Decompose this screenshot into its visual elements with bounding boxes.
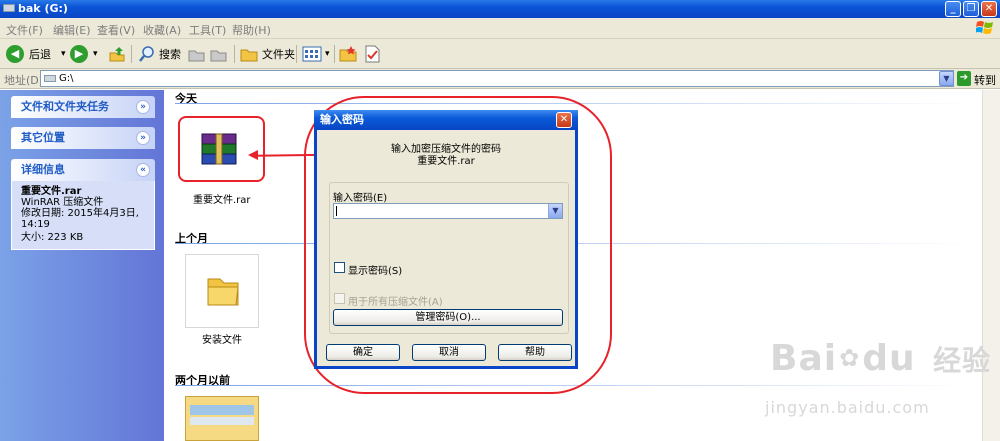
copy-to-icon <box>210 50 227 62</box>
text-cursor <box>336 206 337 216</box>
use-for-all-checkbox[interactable] <box>334 293 345 304</box>
menu-bar: 文件(F) 编辑(E) 查看(V) 收藏(A) 工具(T) 帮助(H) <box>0 18 1000 39</box>
go-button[interactable]: 转到 <box>974 72 996 88</box>
address-label: 地址(D) <box>4 74 44 87</box>
forward-arrow-icon: ▶ <box>70 45 88 63</box>
maximize-button[interactable]: ❐ <box>963 1 979 17</box>
copy-to-button[interactable] <box>210 43 228 65</box>
arrowhead-left-icon <box>248 150 258 160</box>
menu-favorites[interactable]: 收藏(A) <box>143 22 181 38</box>
watermark-url: jingyan.baidu.com <box>765 398 930 417</box>
details-file-type: WinRAR 压缩文件 <box>21 197 104 208</box>
close-button[interactable]: ✕ <box>981 1 997 17</box>
views-dropdown-icon[interactable]: ▾ <box>325 49 330 59</box>
title-bar: bak (G:) _ ❐ ✕ <box>0 0 1000 18</box>
up-folder-button[interactable] <box>108 43 126 65</box>
toolbar-separator <box>296 45 297 63</box>
manage-passwords-button[interactable]: 管理密码(O)... <box>333 309 563 326</box>
toolbar-separator <box>234 45 235 63</box>
dialog-archive-name: 重要文件.rar <box>417 156 475 167</box>
views-icon <box>302 46 322 62</box>
file-tasks-panel-header[interactable]: 文件和文件夹任务 » <box>11 96 155 118</box>
properties-icon <box>365 45 380 63</box>
address-input[interactable]: G:\ <box>40 70 954 87</box>
other-places-panel-header[interactable]: 其它位置 » <box>11 127 155 149</box>
expand-chevron-icon[interactable]: » <box>136 131 150 145</box>
show-password-label: 显示密码(S) <box>348 266 403 277</box>
address-bar: 地址(D) G:\ ▼ ➔ 转到 <box>0 69 1000 89</box>
password-label: 输入密码(E) <box>333 193 388 204</box>
folder-item[interactable] <box>185 254 259 328</box>
expand-chevron-icon[interactable]: » <box>136 100 150 114</box>
toolbar-separator <box>334 45 335 63</box>
ok-button[interactable]: 确定 <box>326 344 400 361</box>
help-button[interactable]: 帮助 <box>498 344 572 361</box>
search-label: 搜索 <box>159 48 181 61</box>
use-for-all-label: 用于所有压缩文件(A) <box>348 297 443 308</box>
other-places-title: 其它位置 <box>21 131 65 144</box>
folder-preview-image <box>190 417 254 425</box>
folders-icon <box>240 49 258 62</box>
go-arrow-icon[interactable]: ➔ <box>957 71 971 86</box>
back-dropdown-icon[interactable]: ▾ <box>61 49 66 59</box>
menu-view[interactable]: 查看(V) <box>97 22 135 38</box>
properties-button[interactable] <box>364 43 380 65</box>
back-button[interactable]: ◀ 后退 ▾ <box>6 43 66 65</box>
details-title: 详细信息 <box>21 163 65 176</box>
menu-help[interactable]: 帮助(H) <box>232 22 271 38</box>
menu-file[interactable]: 文件(F) <box>6 22 43 38</box>
up-folder-icon <box>109 47 125 62</box>
watermark-cn: 经验 <box>933 344 992 377</box>
forward-button[interactable]: ▶ ▾ <box>70 43 98 65</box>
favorites-folder-icon <box>339 46 357 62</box>
folder-thumbnail[interactable] <box>185 396 259 441</box>
dialog-title-bar: 输入密码 ✕ <box>314 110 578 130</box>
watermark-logo: Bai✿du 经验 <box>770 338 991 379</box>
details-file-name: 重要文件.rar <box>21 186 82 197</box>
folder-icon <box>207 278 239 306</box>
cancel-button[interactable]: 取消 <box>412 344 486 361</box>
collapse-chevron-icon[interactable]: « <box>136 163 150 177</box>
toolbar-separator <box>131 45 132 63</box>
folder-name[interactable]: 安装文件 <box>202 331 242 346</box>
menu-edit[interactable]: 编辑(E) <box>53 22 91 38</box>
windows-logo-icon <box>976 21 993 34</box>
favorites-folder-button[interactable] <box>339 43 357 65</box>
search-icon <box>139 46 154 62</box>
details-panel-body: 重要文件.rar WinRAR 压缩文件 修改日期: 2015年4月3日, 14… <box>11 181 155 250</box>
password-dialog: 输入密码 ✕ 输入加密压缩文件的密码 重要文件.rar 输入密码(E) ▼ 显示… <box>314 110 578 369</box>
dialog-close-icon[interactable]: ✕ <box>556 112 572 128</box>
forward-dropdown-icon[interactable]: ▾ <box>93 49 98 59</box>
show-password-checkbox[interactable] <box>334 262 345 273</box>
back-label: 后退 <box>29 48 51 61</box>
search-button[interactable]: 搜索 <box>138 43 181 65</box>
watermark-paw-icon: ✿ <box>839 344 861 372</box>
menu-tools[interactable]: 工具(T) <box>189 22 226 38</box>
move-to-icon <box>188 50 205 62</box>
drive-icon <box>44 75 56 82</box>
folder-preview-image <box>190 405 254 415</box>
watermark-brand2: du <box>862 338 916 379</box>
details-modified: 修改日期: 2015年4月3日, 14:19 <box>21 208 139 230</box>
dialog-title: 输入密码 <box>320 113 364 126</box>
views-button[interactable]: ▾ <box>302 43 330 65</box>
minimize-button[interactable]: _ <box>945 1 961 17</box>
rar-file-name[interactable]: 重要文件.rar <box>193 191 251 206</box>
details-panel-header[interactable]: 详细信息 « <box>11 159 155 181</box>
file-tasks-title: 文件和文件夹任务 <box>21 100 109 113</box>
task-pane: 文件和文件夹任务 » 其它位置 » 详细信息 « 重要文件.rar WinRAR… <box>0 90 164 441</box>
folders-label: 文件夹 <box>262 48 295 61</box>
details-size: 大小: 223 KB <box>21 232 84 243</box>
move-to-button[interactable] <box>188 43 206 65</box>
password-dropdown-icon[interactable]: ▼ <box>548 204 562 218</box>
password-input[interactable]: ▼ <box>333 203 563 219</box>
vertical-scrollbar[interactable] <box>982 90 1000 441</box>
toolbar: ◀ 后退 ▾ ▶ ▾ 搜索 文件夹 ▾ <box>0 39 1000 69</box>
address-dropdown-button[interactable]: ▼ <box>939 71 954 86</box>
watermark-brand: Bai <box>770 338 838 379</box>
folders-button[interactable]: 文件夹 <box>240 43 295 65</box>
drive-icon <box>3 4 15 12</box>
window-title: bak (G:) <box>18 2 68 15</box>
back-arrow-icon: ◀ <box>6 45 24 63</box>
